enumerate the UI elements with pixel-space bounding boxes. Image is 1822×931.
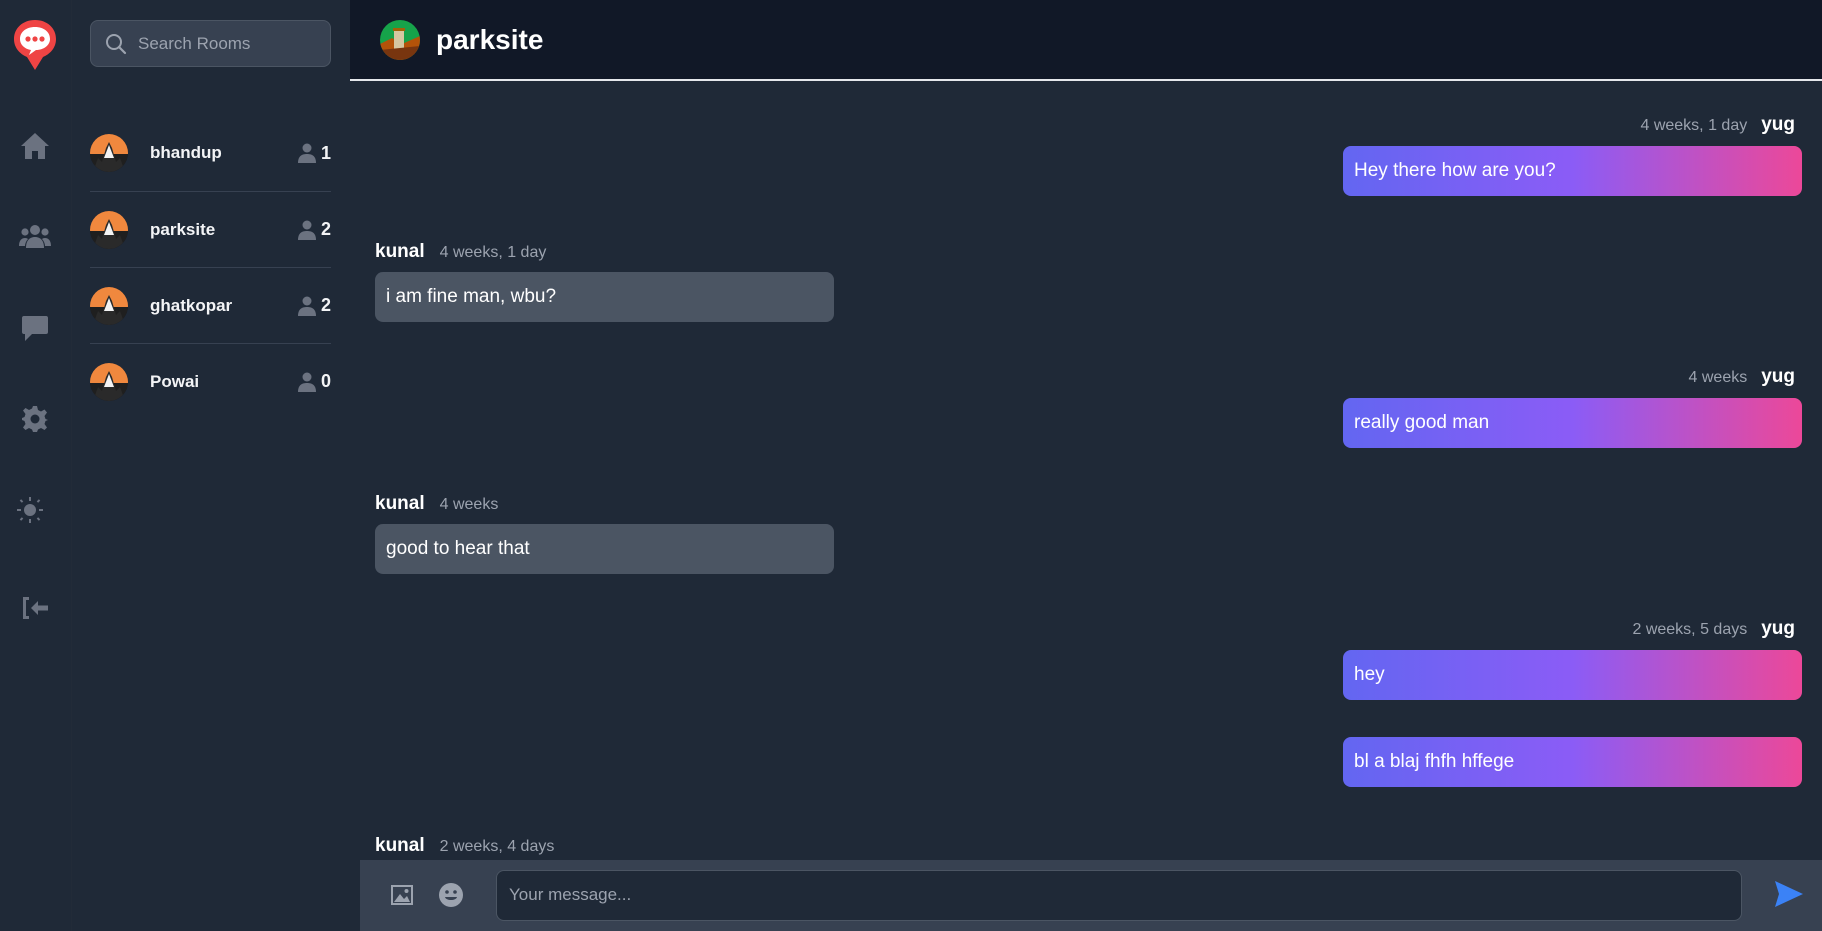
room-item-ghatkopar[interactable]: ghatkopar 2 [90,267,331,343]
message-bubble-received: i am fine man, wbu? [375,272,834,322]
search-input[interactable] [138,33,328,54]
room-member-count: 2 [297,295,331,316]
room-avatar [90,134,128,172]
room-avatar [380,19,420,60]
message-bubble-received: good to hear that [375,524,834,574]
message-time: 2 weeks, 4 days [439,838,555,855]
image-icon[interactable] [387,880,417,910]
user-icon [297,296,316,316]
chat-panel: parksite 4 weeks, 1 day yug Hey there ho… [350,0,1822,931]
chat-header: parksite [350,0,1822,81]
message-meta: kunal 4 weeks, 1 day [375,241,546,263]
room-name: ghatkopar [150,295,233,315]
room-item-powai[interactable]: Powai 0 [90,343,331,419]
message-time: 2 weeks, 5 days [1632,621,1748,638]
message-time: 4 weeks [1688,369,1748,386]
room-avatar [90,210,128,249]
member-count-value: 0 [320,371,331,391]
message-author: yug [1761,366,1795,387]
send-icon [1775,881,1803,907]
room-item-parksite[interactable]: parksite 2 [90,191,331,267]
message-bubble-sent: really good man [1343,398,1802,448]
room-title: parksite [436,23,544,55]
message-meta: kunal 4 weeks [375,493,498,515]
message-author: kunal [375,241,425,262]
icon-rail [0,0,71,931]
message-meta: 4 weeks yug [1689,366,1795,388]
gear-icon[interactable] [17,401,53,437]
member-count-value: 2 [320,219,331,239]
message-time: 4 weeks [439,496,499,513]
users-icon[interactable] [17,218,53,254]
message-meta: kunal 2 weeks, 4 days [375,835,554,857]
room-avatar [90,286,128,325]
message-composer [360,860,1822,931]
rooms-sidebar: bhandup 1 parksite 2 [71,0,350,931]
room-member-count: 2 [297,219,331,240]
room-avatar [90,362,128,401]
message-time: 4 weeks, 1 day [439,244,547,261]
user-icon [297,372,316,392]
message-author: kunal [375,493,425,514]
user-icon [297,143,316,163]
room-name: parksite [150,219,216,239]
message-author: kunal [375,835,425,856]
user-icon [297,220,316,240]
message-meta: 2 weeks, 5 days yug [1632,618,1795,640]
search-box[interactable] [90,20,331,67]
message-input[interactable] [496,870,1742,921]
room-item-bhandup[interactable]: bhandup 1 [90,115,331,191]
chat-app: bhandup 1 parksite 2 [0,0,1822,931]
emoji-icon[interactable] [436,880,466,910]
member-count-value: 1 [320,142,331,163]
home-icon[interactable] [17,128,53,164]
chat-icon[interactable] [17,310,53,346]
chat-bubble-logo-icon [12,18,58,72]
logout-icon[interactable] [17,590,53,626]
message-bubble-sent: Hey there how are you? [1343,146,1802,196]
sun-icon[interactable] [12,492,48,528]
message-author: yug [1761,114,1795,135]
message-time: 4 weeks, 1 day [1640,117,1748,134]
message-author: yug [1761,618,1795,639]
search-icon [106,33,127,54]
room-name: bhandup [150,143,222,162]
room-name: Powai [150,371,200,391]
room-member-count: 0 [297,371,331,392]
message-meta: 4 weeks, 1 day yug [1640,114,1795,136]
message-bubble-sent: bl a blaj fhfh hffege [1343,737,1802,787]
member-count-value: 2 [320,295,331,315]
send-button[interactable] [1774,880,1806,912]
message-bubble-sent: hey [1343,650,1802,700]
room-member-count: 1 [297,142,331,164]
